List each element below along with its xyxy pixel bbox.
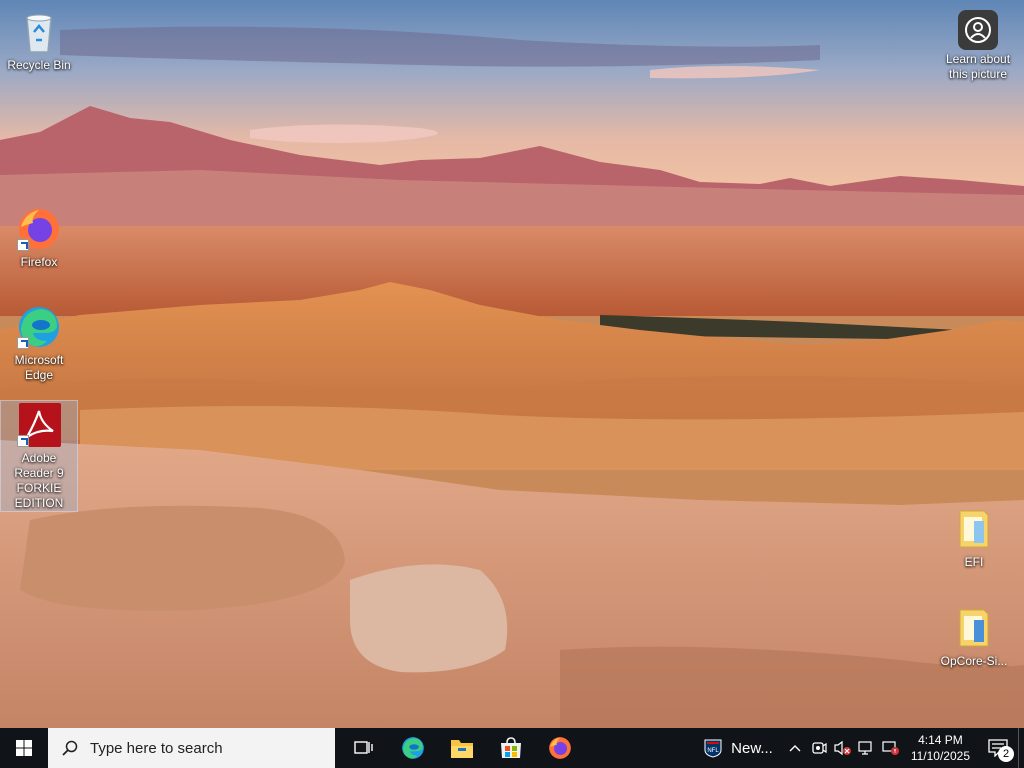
- taskbar-edge-button[interactable]: [388, 728, 437, 768]
- meet-now-button[interactable]: [807, 728, 831, 768]
- network-button[interactable]: [855, 728, 879, 768]
- task-view-button[interactable]: [339, 728, 388, 768]
- windows-logo-icon: [16, 740, 32, 756]
- adobe-reader-icon: [15, 401, 63, 449]
- taskbar-firefox-button[interactable]: [535, 728, 584, 768]
- webcam-icon: [812, 742, 827, 754]
- show-hidden-icons-button[interactable]: [783, 728, 807, 768]
- edge-icon: [15, 303, 63, 351]
- desktop-wallpaper: [0, 0, 1024, 728]
- store-icon: [500, 737, 521, 758]
- search-placeholder: Type here to search: [90, 739, 223, 757]
- folder-icon: [950, 505, 998, 553]
- search-icon: [62, 740, 78, 756]
- shortcut-arrow-icon: [17, 239, 29, 251]
- camera-location-icon: [958, 10, 998, 50]
- nfl-news-icon: NFL: [704, 739, 722, 758]
- shortcut-arrow-icon: [17, 337, 29, 349]
- desktop-icon-label: Microsoft Edge: [14, 353, 64, 382]
- security-button[interactable]: [879, 728, 903, 768]
- learn-about-picture-shortcut[interactable]: Learn about this picture: [936, 10, 1020, 82]
- taskbar-search-box[interactable]: Type here to search: [48, 728, 335, 768]
- clock-date: 11/10/2025: [910, 749, 970, 763]
- desktop-icon-label: EFI: [964, 555, 984, 569]
- news-label: New...: [731, 739, 773, 757]
- efi-folder[interactable]: EFI: [936, 505, 1012, 570]
- taskbar: Type here to search NFL New... 4:14 PM 1…: [0, 728, 1024, 768]
- microsoft-edge-shortcut[interactable]: Microsoft Edge: [1, 303, 77, 383]
- firefox-shortcut[interactable]: Firefox: [1, 205, 77, 270]
- news-widget[interactable]: NFL New...: [693, 728, 783, 768]
- taskbar-file-explorer-button[interactable]: [437, 728, 486, 768]
- show-desktop-button[interactable]: [1018, 728, 1024, 768]
- taskbar-store-button[interactable]: [486, 728, 535, 768]
- folder-icon: [950, 604, 998, 652]
- desktop-icon-label: Firefox: [20, 255, 58, 269]
- desktop-icon-label: Recycle Bin: [7, 58, 71, 72]
- adobe-reader-shortcut[interactable]: Adobe Reader 9 FORKIE EDITION: [0, 400, 78, 512]
- monitor-alert-icon: [882, 741, 899, 755]
- volume-muted-icon: [834, 740, 851, 756]
- desktop-icon-label: Adobe Reader 9 FORKIE EDITION: [14, 451, 64, 510]
- firefox-icon: [15, 205, 63, 253]
- system-tray: NFL New... 4:14 PM 11/10/2025 2: [693, 728, 1024, 768]
- start-button[interactable]: [0, 728, 48, 768]
- edge-icon: [401, 737, 424, 759]
- firefox-icon: [548, 737, 571, 759]
- desktop-icon-label: OpCore-Si...: [940, 654, 1008, 668]
- recycle-bin-icon: [15, 8, 63, 56]
- task-view-icon: [353, 741, 373, 754]
- desktop-icon-label: Learn about this picture: [945, 52, 1011, 81]
- chevron-up-icon: [789, 745, 801, 752]
- ethernet-icon: [858, 741, 872, 755]
- notification-count-badge: 2: [998, 746, 1014, 762]
- svg-text:NFL: NFL: [707, 748, 719, 754]
- clock[interactable]: 4:14 PM 11/10/2025: [903, 728, 978, 768]
- shortcut-arrow-icon: [17, 435, 29, 447]
- action-center-button[interactable]: 2: [978, 728, 1018, 768]
- recycle-bin-shortcut[interactable]: Recycle Bin: [1, 8, 77, 73]
- clock-time: 4:14 PM: [918, 733, 963, 747]
- opcore-folder[interactable]: OpCore-Si...: [936, 604, 1012, 669]
- file-explorer-icon: [450, 740, 473, 758]
- volume-button[interactable]: [831, 728, 855, 768]
